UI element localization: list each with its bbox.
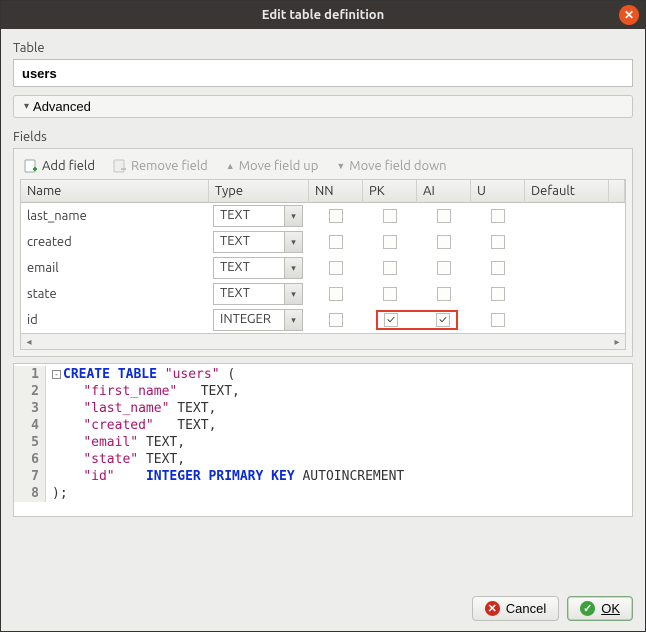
advanced-label: Advanced	[33, 99, 91, 114]
col-u[interactable]: U	[471, 180, 525, 203]
type-select[interactable]: TEXT▾	[213, 231, 303, 253]
line-number: 8	[14, 485, 46, 502]
pk-checkbox[interactable]	[383, 261, 397, 275]
fields-grid: Name Type NN PK AI U Default last_name TE…	[20, 179, 626, 350]
sql-line: 2 "first_name" TEXT,	[14, 383, 632, 400]
grid-body: last_nameTEXT▾createdTEXT▾emailTEXT▾stat…	[21, 203, 625, 333]
type-select[interactable]: TEXT▾	[213, 283, 303, 305]
nn-checkbox[interactable]	[329, 261, 343, 275]
chevron-down-icon[interactable]: ▾	[284, 310, 302, 330]
nn-checkbox[interactable]	[329, 235, 343, 249]
field-name[interactable]: created	[27, 235, 72, 249]
advanced-button[interactable]: ▾ Advanced	[13, 95, 633, 118]
col-type[interactable]: Type	[209, 180, 309, 203]
triangle-up-icon: ▲	[226, 161, 235, 171]
scroll-right-icon[interactable]: ▸	[609, 336, 625, 348]
u-checkbox[interactable]	[491, 261, 505, 275]
type-select[interactable]: TEXT▾	[213, 205, 303, 227]
dialog-footer: ✕ Cancel ✓ OK	[13, 586, 633, 621]
fields-label: Fields	[13, 130, 633, 144]
line-number: 7	[14, 468, 46, 485]
col-name[interactable]: Name	[21, 180, 209, 203]
u-checkbox[interactable]	[491, 287, 505, 301]
col-ai[interactable]: AI	[417, 180, 471, 203]
add-field-icon	[24, 158, 38, 173]
table-row[interactable]: state TEXT▾	[21, 281, 625, 307]
sql-editor[interactable]: 1-CREATE TABLE "users" (2 "first_name" T…	[13, 363, 633, 517]
chevron-down-icon: ▾	[24, 101, 29, 112]
line-number: 4	[14, 417, 46, 434]
line-number: 1	[14, 366, 46, 383]
remove-field-icon	[113, 158, 127, 173]
window-title: Edit table definition	[262, 8, 385, 22]
sql-line: 7 "id" INTEGER PRIMARY KEY AUTOINCREMENT	[14, 468, 632, 485]
ai-checkbox[interactable]	[436, 313, 450, 327]
cancel-icon: ✕	[485, 601, 500, 616]
ai-checkbox[interactable]	[437, 235, 451, 249]
type-select[interactable]: INTEGER▾	[213, 309, 303, 331]
pk-checkbox[interactable]	[383, 287, 397, 301]
ok-icon: ✓	[580, 601, 595, 616]
move-field-down-button: ▼ Move field down	[336, 159, 446, 173]
field-name[interactable]: last_name	[27, 209, 87, 223]
table-row[interactable]: email TEXT▾	[21, 255, 625, 281]
col-pk[interactable]: PK	[363, 180, 417, 203]
pk-checkbox[interactable]	[383, 235, 397, 249]
sql-line: 4 "created" TEXT,	[14, 417, 632, 434]
table-row[interactable]: id INTEGER▾	[21, 307, 625, 333]
pk-checkbox[interactable]	[383, 209, 397, 223]
u-checkbox[interactable]	[491, 235, 505, 249]
highlight-box	[376, 310, 458, 330]
chevron-down-icon[interactable]: ▾	[284, 258, 302, 278]
nn-checkbox[interactable]	[329, 313, 343, 327]
fields-panel: Add field Remove field ▲ Move field up ▼…	[13, 148, 633, 357]
fields-toolbar: Add field Remove field ▲ Move field up ▼…	[20, 155, 626, 179]
nn-checkbox[interactable]	[329, 287, 343, 301]
field-name[interactable]: state	[27, 287, 57, 301]
chevron-down-icon[interactable]: ▾	[284, 232, 302, 252]
dialog-content: Table ▾ Advanced Fields Add field Remove…	[1, 29, 645, 631]
grid-scroll-up[interactable]	[609, 180, 625, 203]
sql-line: 6 "state" TEXT,	[14, 451, 632, 468]
sql-line: 3 "last_name" TEXT,	[14, 400, 632, 417]
titlebar: Edit table definition ✕	[1, 1, 645, 29]
table-label: Table	[13, 41, 633, 55]
sql-line: 5 "email" TEXT,	[14, 434, 632, 451]
sql-line: 1-CREATE TABLE "users" (	[14, 366, 632, 383]
table-name-input[interactable]	[13, 59, 633, 87]
fold-icon[interactable]: -	[52, 370, 61, 379]
field-name[interactable]: id	[27, 313, 38, 327]
field-name[interactable]: email	[27, 261, 59, 275]
table-row[interactable]: last_name TEXT▾	[21, 203, 625, 229]
chevron-down-icon[interactable]: ▾	[284, 206, 302, 226]
move-field-up-button: ▲ Move field up	[226, 159, 319, 173]
add-field-button[interactable]: Add field	[24, 158, 95, 173]
chevron-down-icon[interactable]: ▾	[284, 284, 302, 304]
line-number: 2	[14, 383, 46, 400]
pk-checkbox[interactable]	[384, 313, 398, 327]
type-select[interactable]: TEXT▾	[213, 257, 303, 279]
table-row[interactable]: created TEXT▾	[21, 229, 625, 255]
cancel-button[interactable]: ✕ Cancel	[472, 596, 559, 621]
line-number: 5	[14, 434, 46, 451]
close-icon[interactable]: ✕	[619, 5, 639, 25]
col-default[interactable]: Default	[525, 180, 609, 203]
ai-checkbox[interactable]	[437, 209, 451, 223]
scroll-left-icon[interactable]: ◂	[21, 336, 37, 348]
line-number: 6	[14, 451, 46, 468]
line-number: 3	[14, 400, 46, 417]
u-checkbox[interactable]	[491, 209, 505, 223]
col-nn[interactable]: NN	[309, 180, 363, 203]
u-checkbox[interactable]	[491, 313, 505, 327]
ok-button[interactable]: ✓ OK	[567, 596, 633, 621]
ai-checkbox[interactable]	[437, 287, 451, 301]
sql-line: 8);	[14, 485, 632, 502]
triangle-down-icon: ▼	[336, 161, 345, 171]
nn-checkbox[interactable]	[329, 209, 343, 223]
grid-hscroll[interactable]: ◂ ▸	[21, 333, 625, 349]
grid-header: Name Type NN PK AI U Default	[21, 180, 625, 203]
remove-field-button: Remove field	[113, 158, 208, 173]
ai-checkbox[interactable]	[437, 261, 451, 275]
